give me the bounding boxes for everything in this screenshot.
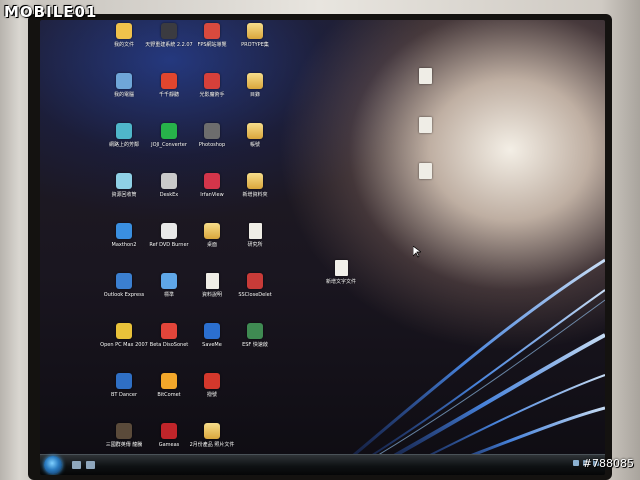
desktop-icon-label: 光影魔術手 bbox=[199, 92, 225, 98]
app-icon bbox=[204, 323, 220, 339]
desktop-icon-label: 2月份產品 照片文件 bbox=[189, 442, 235, 448]
desktop-icon-label: IrfanView bbox=[200, 192, 224, 198]
watermark-photo-id: #788085 bbox=[582, 457, 634, 470]
app-icon bbox=[161, 23, 177, 39]
desktop-icon-label: 目錄 bbox=[249, 92, 260, 98]
document-icon bbox=[418, 117, 432, 133]
app-icon bbox=[161, 273, 177, 289]
desktop-icon-label: 撥號 bbox=[206, 392, 217, 398]
desktop-icon[interactable]: 新增文字文件 bbox=[315, 260, 367, 285]
desktop-icon[interactable] bbox=[399, 163, 451, 182]
app-icon bbox=[204, 23, 220, 39]
desktop-icon[interactable]: 研究所 bbox=[229, 223, 281, 248]
app-icon bbox=[116, 323, 132, 339]
quick-launch-switch-icon[interactable] bbox=[86, 461, 95, 469]
desktop-icon[interactable]: 2月份產品 照片文件 bbox=[186, 423, 238, 448]
folder-icon bbox=[247, 123, 263, 139]
desktop-icon[interactable]: SSCloseDelet bbox=[229, 273, 281, 298]
desktop-icon-label: Open PC Max 2007 bbox=[100, 342, 148, 348]
desktop-icon-label: 帳號 bbox=[249, 142, 260, 148]
game-icon bbox=[116, 423, 132, 439]
desktop-icon-label: Gameas bbox=[158, 442, 180, 448]
desktop-icon[interactable]: 目錄 bbox=[229, 73, 281, 98]
desktop-icon-label: BT Dancer bbox=[110, 392, 138, 398]
desktop-icon-label: Ref DVD Burner bbox=[149, 242, 189, 248]
desktop-icon-label: 資料說明 bbox=[201, 292, 222, 298]
desktop-icon-label: 研究所 bbox=[247, 242, 263, 248]
windows-orb-icon[interactable] bbox=[44, 456, 62, 474]
app-icon bbox=[204, 123, 220, 139]
desktop-icon-label: SaveMe bbox=[202, 342, 222, 348]
app-icon bbox=[204, 73, 220, 89]
app-icon bbox=[247, 273, 263, 289]
document-icon bbox=[418, 68, 432, 84]
recycle-bin-icon bbox=[116, 173, 132, 189]
folder-icon bbox=[247, 73, 263, 89]
browser-icon bbox=[116, 223, 132, 239]
desktop-icon-label: 我的文件 bbox=[113, 42, 134, 48]
desktop-icon-label: PROTYPE集 bbox=[241, 42, 269, 48]
desktop-icon-label: 標準 bbox=[163, 292, 174, 298]
network-icon bbox=[116, 123, 132, 139]
app-icon bbox=[204, 173, 220, 189]
app-icon bbox=[204, 373, 220, 389]
app-icon bbox=[247, 323, 263, 339]
game-icon bbox=[161, 423, 177, 439]
desktop-icon-label: BitComet bbox=[157, 392, 181, 398]
desktop-icon[interactable] bbox=[399, 68, 451, 87]
app-icon bbox=[161, 323, 177, 339]
desktop-icon-label: 新增文字文件 bbox=[325, 279, 356, 285]
watermark-logo: MOBILE01 bbox=[4, 3, 98, 21]
text-document-icon bbox=[334, 260, 348, 276]
desktop-icon[interactable]: 帳號 bbox=[229, 123, 281, 148]
desktop-icon-label: JOJI_Converter bbox=[151, 142, 187, 148]
desktop-icon-label: ESF 快速啟 bbox=[242, 342, 268, 348]
desktop-icon-label: 千千靜聽 bbox=[158, 92, 179, 98]
desktop-icon[interactable]: 新增資料夾 bbox=[229, 173, 281, 198]
desktop-screen: 我的文件我的電腦網路上的芳鄰 資源回收筒 Maxthon2 Outlook Expre… bbox=[40, 20, 605, 475]
folder-icon bbox=[204, 223, 220, 239]
desktop-icon-label: 桌面 bbox=[206, 242, 217, 248]
computer-icon bbox=[116, 73, 132, 89]
desktop-icon-label: Maxthon2 bbox=[111, 242, 137, 248]
desktop-icon-label: FPS網站導覽 bbox=[197, 42, 227, 48]
desktop-icon-label: Outlook Express bbox=[103, 292, 145, 298]
folder-icon bbox=[204, 423, 220, 439]
taskbar bbox=[40, 454, 605, 475]
desktop-icon-label: 我的電腦 bbox=[113, 92, 134, 98]
app-icon bbox=[116, 373, 132, 389]
document-icon bbox=[205, 273, 219, 289]
mail-icon bbox=[116, 273, 132, 289]
music-player-icon bbox=[161, 73, 177, 89]
app-icon bbox=[161, 223, 177, 239]
desktop-icon-label: 三國群英傳 龍騰 bbox=[105, 442, 143, 448]
folder-icon bbox=[247, 23, 263, 39]
desktop-icon-label: DeskEx bbox=[159, 192, 179, 198]
desktop-icon[interactable] bbox=[399, 117, 451, 136]
quick-launch-desktop-icon[interactable] bbox=[72, 461, 81, 469]
desktop-icon[interactable]: ESF 快速啟 bbox=[229, 323, 281, 348]
document-icon bbox=[248, 223, 262, 239]
desktop-icon[interactable]: PROTYPE集 bbox=[229, 23, 281, 48]
network-icon[interactable] bbox=[573, 460, 579, 466]
document-icon bbox=[418, 163, 432, 179]
download-icon bbox=[161, 373, 177, 389]
desktop-icon-label: 資源回收筒 bbox=[111, 192, 137, 198]
desktop-icon-label: Beta DisoSonet bbox=[149, 342, 189, 348]
desktop-icon-label: 網路上的芳鄰 bbox=[108, 142, 139, 148]
folder-icon bbox=[247, 173, 263, 189]
app-icon bbox=[161, 173, 177, 189]
desktop-icon-label: Photoshop bbox=[198, 142, 226, 148]
desktop-icon-label: 新增資料夾 bbox=[242, 192, 268, 198]
app-icon bbox=[161, 123, 177, 139]
documents-icon bbox=[116, 23, 132, 39]
desktop-icon-label: SSCloseDelet bbox=[238, 292, 272, 298]
mouse-pointer-icon bbox=[413, 246, 421, 258]
desktop-icon[interactable]: 撥號 bbox=[186, 373, 238, 398]
